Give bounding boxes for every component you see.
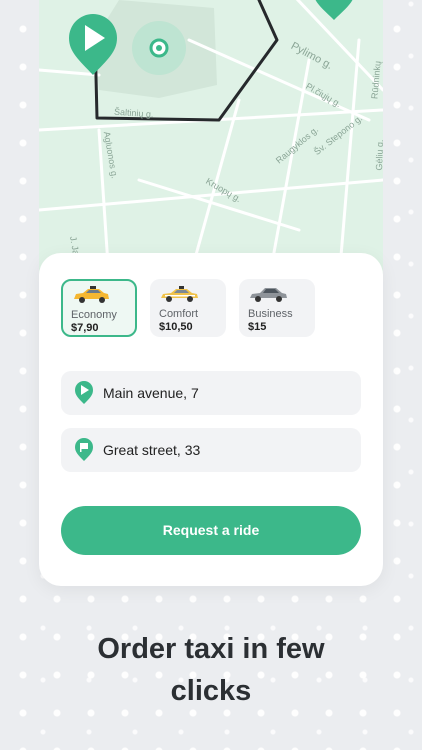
ride-class-name: Business xyxy=(248,308,293,320)
ride-class-name: Economy xyxy=(71,309,117,321)
map-view[interactable]: Pylimo g. Pl.čiųjų g. Raugyklos g. Šv. S… xyxy=(39,0,383,280)
ride-class-comfort[interactable]: Comfort $10,50 xyxy=(150,279,226,337)
ride-class-price: $7,90 xyxy=(71,322,99,334)
ride-class-economy[interactable]: Economy $7,90 xyxy=(61,279,137,337)
ride-class-price: $15 xyxy=(248,321,267,333)
pickup-address: Main avenue, 7 xyxy=(103,385,199,401)
ride-class-name: Comfort xyxy=(159,308,199,320)
taxi-car-icon xyxy=(74,286,109,303)
destination-address: Great street, 33 xyxy=(103,442,201,458)
ride-class-price: $10,50 xyxy=(159,321,193,333)
ride-card: Economy $7,90 Comfort $10,50 Business $1… xyxy=(39,253,383,586)
headline-text: Order taxi in few clicks xyxy=(97,633,325,707)
street-label: Gėlių g. xyxy=(373,139,383,171)
comfort-car-icon xyxy=(161,286,198,302)
pickup-field[interactable]: Main avenue, 7 xyxy=(61,371,361,415)
destination-flag-pin-icon xyxy=(75,438,93,461)
business-car-icon xyxy=(250,288,287,302)
destination-field[interactable]: Great street, 33 xyxy=(61,428,361,472)
request-ride-button[interactable]: Request a ride xyxy=(61,506,361,555)
pickup-pin-icon xyxy=(75,381,93,404)
ride-class-business[interactable]: Business $15 xyxy=(239,279,315,337)
promo-headline: Order taxi in few clicks xyxy=(0,628,422,712)
